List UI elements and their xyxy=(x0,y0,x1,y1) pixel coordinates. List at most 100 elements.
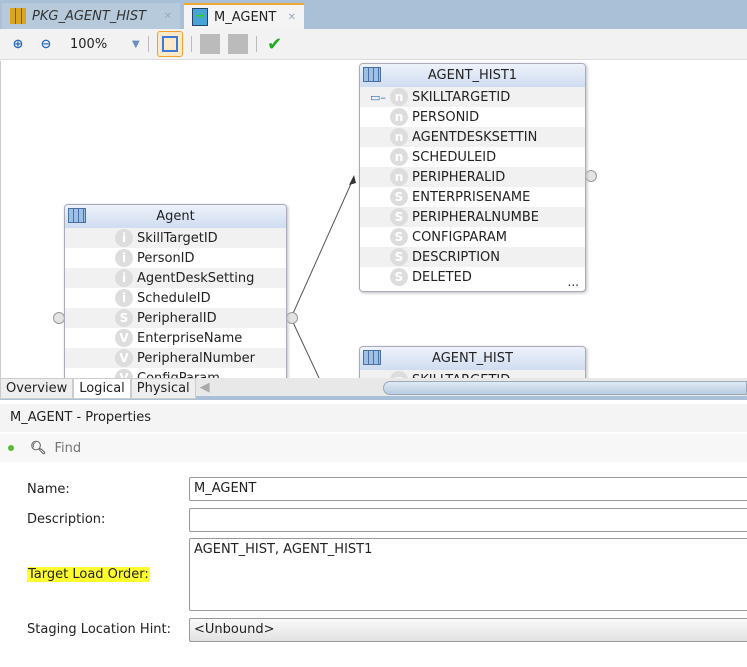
name-field[interactable]: M_AGENT xyxy=(189,477,747,501)
column-row[interactable]: i PersonID xyxy=(65,248,286,268)
layout-icon-2[interactable] xyxy=(227,34,248,54)
type-i-icon: i xyxy=(115,269,133,287)
tab-logical[interactable]: Logical xyxy=(73,378,131,399)
column-name: PeripheralID xyxy=(137,310,217,326)
table-icon xyxy=(363,67,381,82)
description-label: Description: xyxy=(27,512,106,527)
properties-title: M_AGENT - Properties xyxy=(10,410,151,425)
properties-header: M_AGENT - Properties xyxy=(0,404,747,432)
divider xyxy=(255,36,257,52)
fit-to-window-icon[interactable] xyxy=(156,31,183,57)
type-s-icon: S xyxy=(390,248,408,266)
column-row[interactable]: n PERIPHERALID xyxy=(360,167,585,187)
column-name: ENTERPRISENAME xyxy=(412,189,531,205)
tab-overview[interactable]: Overview xyxy=(0,378,74,399)
view-tabs: Overview Logical Physical ◀ xyxy=(0,378,747,400)
editor-tab-bar: PKG_AGENT_HIST ✕ ➜ M_AGENT ✕ xyxy=(0,0,747,29)
find-bar: 🔍︎ xyxy=(0,434,747,462)
column-row[interactable]: V PeripheralNumber xyxy=(65,348,286,368)
column-name: ScheduleID xyxy=(137,290,211,306)
type-n-icon: n xyxy=(390,168,408,186)
column-name: EnterpriseName xyxy=(137,330,243,346)
entity-title: AGENT_HIST xyxy=(432,351,513,366)
description-field[interactable] xyxy=(189,508,747,532)
column-row[interactable]: S PeripheralID xyxy=(65,308,286,328)
column-row[interactable]: i SkillTargetID xyxy=(65,228,286,248)
type-s-icon: S xyxy=(390,208,408,226)
column-row[interactable]: S DELETED xyxy=(360,267,585,287)
type-v-icon: V xyxy=(115,329,133,347)
divider xyxy=(190,36,192,52)
column-name: PersonID xyxy=(137,250,195,266)
type-s-icon: S xyxy=(390,188,408,206)
column-row[interactable]: n AGENTDESKSETTIN xyxy=(360,127,585,147)
column-name: PERIPHERALID xyxy=(412,169,506,185)
entity-title: Agent xyxy=(156,209,195,224)
close-icon[interactable]: ✕ xyxy=(288,12,296,23)
entity-agent-hist[interactable]: AGENT_HIST nSKILLTARGETID xyxy=(359,346,586,378)
diagram-toolbar: ⊕ ⊖ 100% ▼ ✔ xyxy=(0,29,747,60)
column-row[interactable]: i AgentDeskSetting xyxy=(65,268,286,288)
column-name: PERSONID xyxy=(412,109,480,125)
type-n-icon: n xyxy=(390,128,408,146)
scroll-left-icon[interactable]: ◀ xyxy=(196,378,214,396)
connector-line xyxy=(290,317,320,378)
column-row[interactable]: S CONFIGPARAM xyxy=(360,227,585,247)
mapping-canvas[interactable]: Agent i SkillTargetID i PersonID i AgentDeskS… xyxy=(0,61,747,378)
column-name: AgentDeskSetting xyxy=(137,270,255,286)
zoom-level[interactable]: 100% xyxy=(64,37,124,52)
column-row[interactable]: i ScheduleID xyxy=(65,288,286,308)
column-row[interactable]: V ConfigParam xyxy=(65,368,286,378)
column-name: ConfigParam xyxy=(137,370,220,379)
name-label: Name: xyxy=(27,482,70,497)
more-indicator[interactable]: ... xyxy=(568,275,579,289)
entity-agent-hist1[interactable]: AGENT_HIST1 ▭– n SKILLTARGETID n PERSONID n AG… xyxy=(359,63,586,292)
type-s-icon: S xyxy=(390,268,408,286)
validate-check-icon[interactable]: ✔ xyxy=(265,34,285,55)
type-n-icon: n xyxy=(390,108,408,126)
entity-title: AGENT_HIST1 xyxy=(427,68,518,83)
column-name: PERIPHERALNUMBE xyxy=(412,209,539,225)
find-input[interactable] xyxy=(54,440,655,456)
output-port[interactable] xyxy=(585,170,597,182)
tab-label: PKG_AGENT_HIST xyxy=(32,8,147,24)
type-i-icon: i xyxy=(115,249,133,267)
entity-agent[interactable]: Agent i SkillTargetID i PersonID i AgentDeskS… xyxy=(64,204,287,378)
column-row[interactable]: S DESCRIPTION xyxy=(360,247,585,267)
column-row[interactable]: V EnterpriseName xyxy=(65,328,286,348)
column-name: SkillTargetID xyxy=(137,230,218,246)
type-n-icon: n xyxy=(390,88,408,106)
entity-header: AGENT_HIST1 xyxy=(360,64,585,87)
column-name: DESCRIPTION xyxy=(412,249,500,265)
column-name: DELETED xyxy=(412,269,472,285)
type-v-icon: V xyxy=(115,349,133,367)
connector-line xyxy=(290,176,355,319)
column-row[interactable]: n SCHEDULEID xyxy=(360,147,585,167)
column-row[interactable]: S PERIPHERALNUMBE xyxy=(360,207,585,227)
column-row[interactable]: S ENTERPRISENAME xyxy=(360,187,585,207)
layout-icon[interactable] xyxy=(199,34,220,54)
target-load-order-label: Target Load Order: xyxy=(27,567,150,582)
column-name: CONFIGPARAM xyxy=(412,229,507,245)
entity-header: Agent xyxy=(65,205,286,228)
column-name: SCHEDULEID xyxy=(412,149,497,165)
target-load-order-field[interactable]: AGENT_HIST, AGENT_HIST1 xyxy=(189,538,747,611)
tab-m-agent[interactable]: ➜ M_AGENT ✕ xyxy=(184,3,304,29)
staging-location-select[interactable]: <Unbound> xyxy=(189,618,747,642)
column-row[interactable]: n PERSONID xyxy=(360,107,585,127)
table-icon xyxy=(68,208,86,223)
chevron-down-icon[interactable]: ▼ xyxy=(132,39,140,50)
package-icon xyxy=(10,8,26,24)
tab-physical[interactable]: Physical xyxy=(130,378,196,399)
arrow-head xyxy=(349,175,356,185)
zoom-in-icon[interactable]: ⊕ xyxy=(8,34,28,54)
type-i-icon: i xyxy=(115,229,133,247)
output-port[interactable] xyxy=(286,312,298,324)
type-i-icon: i xyxy=(115,289,133,307)
column-row[interactable]: ▭– n SKILLTARGETID xyxy=(360,87,585,107)
column-row[interactable]: nSKILLTARGETID xyxy=(360,370,585,378)
horizontal-scrollbar[interactable] xyxy=(383,381,747,395)
tab-pkg-agent-hist[interactable]: PKG_AGENT_HIST ✕ xyxy=(2,3,180,29)
close-icon[interactable]: ✕ xyxy=(164,11,172,22)
zoom-out-icon[interactable]: ⊖ xyxy=(36,34,56,54)
